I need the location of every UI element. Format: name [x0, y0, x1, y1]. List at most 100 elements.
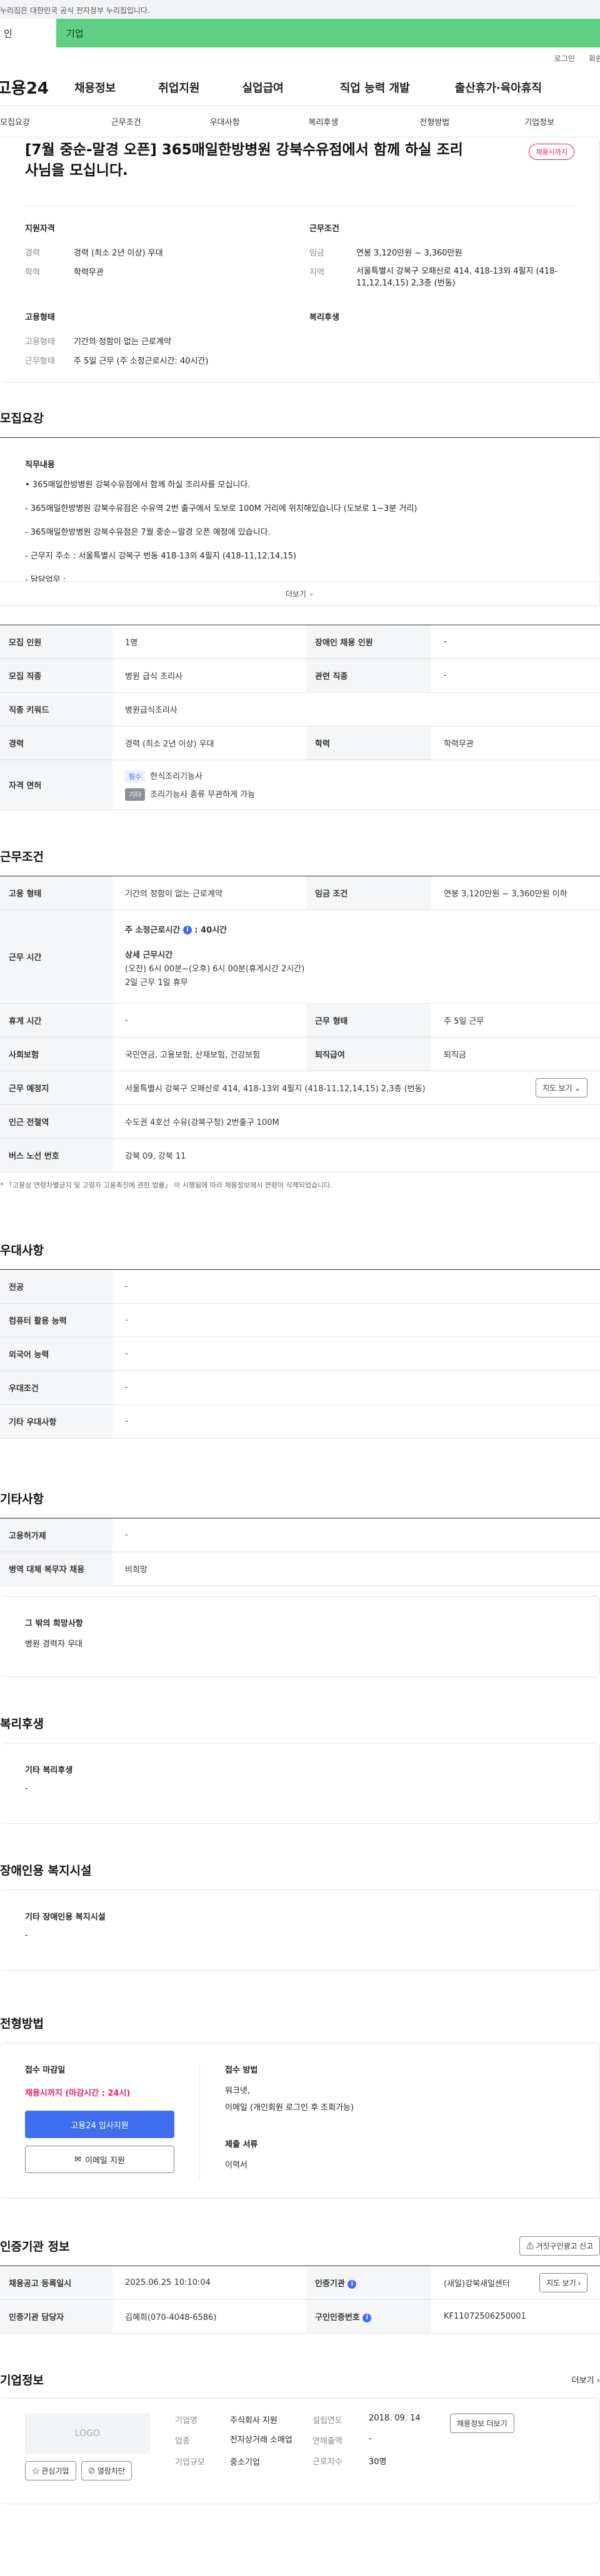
company-more-label: 더보기 [571, 2376, 594, 2385]
job-desc-card: 직무내용 • 365매일한방병원 강북수유점에서 함께 하실 조리사를 모십니다… [0, 437, 600, 606]
welfare-title: 복리후생 [0, 1717, 44, 1731]
method-value-2: 이메일 (개인회원 로그인 후 조회가능) [225, 2103, 354, 2113]
condition-block: 근무조건 임금 연봉 3,120만원 ~ 3,360만원 지역 서울특별시 강북구 … [309, 222, 578, 289]
etc-table: 고용허가제 - 병역 대체 복무자 채용 비희망 [0, 1518, 600, 1586]
chevron-down-icon: ⌄ [574, 1084, 581, 1092]
info-icon[interactable]: i [182, 926, 192, 934]
tab-person[interactable]: 인 [0, 19, 56, 47]
etc-title: 기타사항 [0, 1492, 44, 1506]
favorite-button[interactable]: ☆ 관심기업 [25, 2461, 76, 2480]
career-value: 경력 (최소 2년 이상) 우대 [74, 249, 163, 258]
recruit-title: 모집요강 [0, 412, 44, 425]
map-button-label: 지도 보기 [542, 1084, 572, 1092]
detail-hours-2: 2일 근무 1일 휴무 [125, 978, 188, 988]
place-value: 서울특별시 강북구 오패산로 414, 418-13외 4필지 (418-11,… [125, 1084, 426, 1094]
tab-company[interactable]: 기업정보 [524, 116, 554, 127]
job-desc-line: - 365매일한방병원 강북수유점은 7월 중순~말경 오픈 예정에 있습니다. [25, 528, 271, 537]
disability-facility-title: 장애인용 복지시설 [0, 1864, 92, 1878]
report-button-label: 거짓구인광고 신고 [536, 2242, 593, 2251]
join-link[interactable]: 회원 [589, 53, 600, 64]
military-label: 병역 대체 복무자 채용 [0, 1552, 112, 1586]
map-button[interactable]: 지도 보기 ⌄ [536, 1078, 588, 1097]
place-label: 근무 예정지 [0, 1071, 112, 1105]
email-button-label: 이메일 지원 [84, 2156, 125, 2166]
mail-icon: ✉ [74, 2154, 81, 2164]
more-button[interactable]: 더보기 ⌄ [0, 582, 599, 605]
gnb-menu-parental-leave[interactable]: 출산휴가·육아휴직 [455, 79, 542, 96]
report-icon: ⚠ [526, 2242, 534, 2251]
apply-button[interactable]: 고용24 입사지원 [25, 2111, 174, 2138]
employment-title: 고용형태 [25, 313, 55, 322]
disability-value: - [112, 1518, 600, 1552]
tab-person-label: 인 [4, 27, 12, 39]
employees-label: 근로자수 [312, 2457, 342, 2467]
org-map-button[interactable]: 지도 보기 › [539, 2273, 588, 2292]
company-logo-block: LOGO ☆ 관심기업 ⊘ 열람차단 [25, 2414, 150, 2489]
headcount-value: 1명 [112, 625, 306, 659]
deadline-block: 접수 마감일 채용시까지 (마감시간 : 24시) 고용24 입사지원 ✉ 이메일… [25, 2063, 200, 2178]
wage-row-value: 연봉 3,120만원 ~ 3,360만원 이하 [431, 876, 600, 910]
workcond-title: 근무조건 [0, 850, 44, 864]
tab-workcond[interactable]: 근무조건 [111, 116, 141, 127]
tab-preference[interactable]: 우대사항 [210, 116, 240, 127]
gnb-menu-unemployment[interactable]: 실업급여 [242, 79, 284, 96]
company-jobs-label: 채용정보 더보기 [457, 2419, 508, 2428]
screening-title: 전형방법 [0, 2017, 44, 2031]
condition-title: 근무조건 [309, 224, 339, 234]
login-link[interactable]: 로그인 [554, 53, 575, 64]
hours-label: 근무 시간 [0, 909, 112, 1004]
tab-company[interactable]: 기업 [56, 19, 600, 47]
pref-cond-value: - [112, 1370, 600, 1405]
workcond-table: 고용 형태 기간의 정함이 없는 근로계약 임금 조건 연봉 3,120만원 ~ 3,… [0, 876, 600, 1172]
related-value: - [431, 658, 600, 693]
recruit-section: 모집요강 직무내용 • 365매일한방병원 강북수유점에서 함께 하실 조리사를… [0, 409, 600, 810]
org-label: 인증기관 i [306, 2266, 431, 2300]
license-other: 조리기능사 종류 무관하게 가능 [150, 790, 256, 800]
favorite-label: 관심기업 [41, 2467, 69, 2475]
cert-title: 인증기관 정보 [0, 2240, 70, 2254]
region-label: 지역 [309, 268, 324, 277]
worktype-label: 근무형태 [25, 357, 55, 366]
welfare-card: 기타 복리후생 - [0, 1743, 600, 1824]
weekly-hours-value: 40시간 [201, 925, 228, 935]
report-button[interactable]: ⚠ 거짓구인광고 신고 [519, 2236, 600, 2256]
qualification-title: 지원자격 [25, 224, 55, 234]
gnb-menu-jobs[interactable]: 채용정보 [74, 79, 116, 96]
weekly-hours-label: 주 소정근로시간 [125, 925, 181, 935]
etc-section: 기타사항 고용허가제 - 병역 대체 복무자 채용 비희망 그 밖의 희망사항 병원… [0, 1490, 600, 1677]
emptype-label: 고용형태 [25, 337, 55, 347]
computer-label: 컴퓨터 활용 능력 [0, 1303, 112, 1337]
wage-label: 임금 [309, 249, 324, 258]
site-logo[interactable]: 고용24 [0, 76, 74, 99]
gnb-menu-employment-support[interactable]: 취업지원 [158, 79, 199, 96]
info-icon[interactable]: i [348, 2279, 357, 2289]
gnb-menu-skills[interactable]: 직업 능력 개발 [340, 79, 410, 96]
tab-recruit[interactable]: 모집요강 [0, 116, 30, 127]
method-label: 접수 방법 [225, 2066, 258, 2075]
reg-value: 2025.06.25 10:10:04 [112, 2266, 306, 2300]
company-logo: LOGO [25, 2414, 150, 2454]
tab-screening[interactable]: 전형방법 [419, 116, 449, 127]
company-info-left: 기업명 주식회사 지원 업종 전자상거래 소매업 기업규모 중소기업 [150, 2414, 300, 2489]
industry-label: 업종 [175, 2437, 190, 2446]
company-jobs-button[interactable]: 채용정보 더보기 [450, 2414, 514, 2433]
email-apply-button[interactable]: ✉ 이메일 지원 [25, 2146, 174, 2173]
tab-welfare[interactable]: 복리후생 [309, 116, 339, 127]
star-icon: ☆ [32, 2467, 40, 2475]
block-icon: ⊘ [88, 2467, 96, 2475]
workform-value: 주 5일 근무 [431, 1003, 600, 1038]
extra-value: 병원 경력자 우대 [25, 1640, 82, 1649]
info-icon[interactable]: i [362, 2313, 372, 2322]
retire-label: 퇴직급여 [306, 1037, 431, 1071]
org-cell: (새일)강북새일센터 지도 보기 › [431, 2266, 600, 2300]
edu-row-value: 학력무관 [431, 726, 600, 760]
disabled-label: 장애인 채용 인원 [306, 625, 431, 659]
block-button[interactable]: ⊘ 열람차단 [81, 2461, 132, 2480]
disability-label: 고용허가제 [0, 1518, 112, 1552]
company-info-right: 설립연도 2018. 09. 14 연매출액 - 근로자수 30명 [300, 2414, 450, 2489]
org-value: (새일)강북새일센터 [444, 2279, 510, 2289]
place-cell: 서울특별시 강북구 오패산로 414, 418-13외 4필지 (418-11,… [112, 1071, 600, 1105]
company-more-link[interactable]: 더보기 › [572, 2374, 600, 2385]
keyword-value: 병원급식조리사 [112, 692, 600, 726]
founded-label: 설립연도 [312, 2416, 342, 2425]
